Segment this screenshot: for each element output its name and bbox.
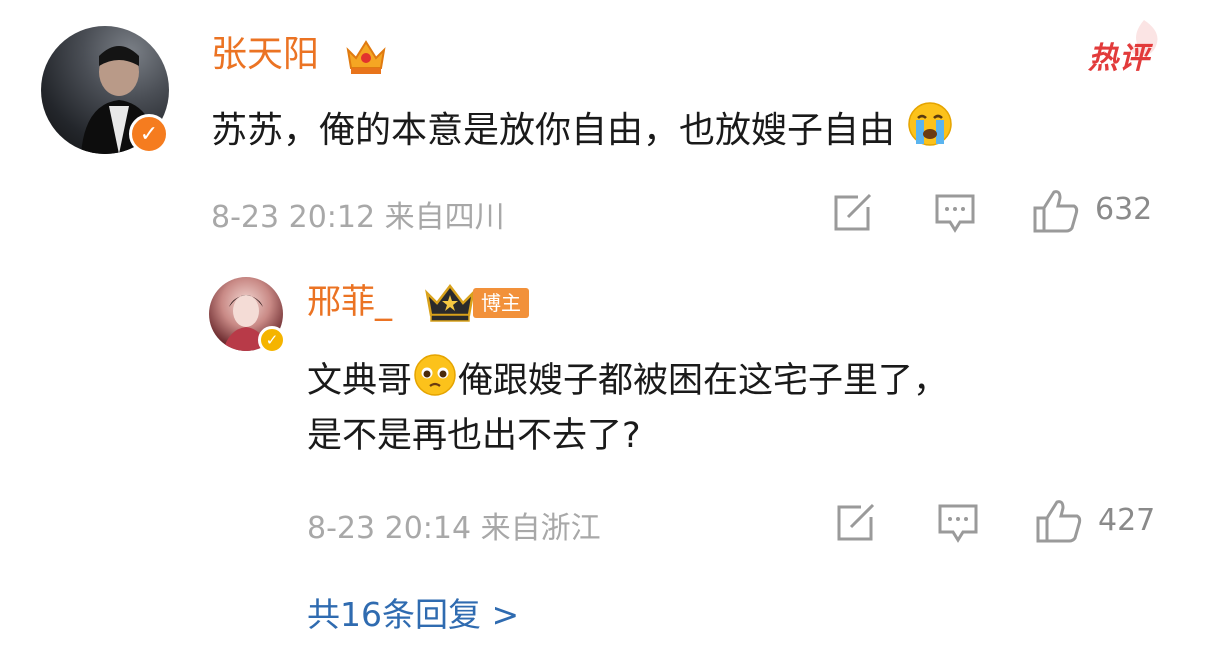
crown-icon [425,283,475,322]
comment-text-line2: 是不是再也出不去了? [307,416,641,456]
like-icon[interactable] [1035,498,1083,544]
more-replies-link[interactable]: 共16条回复 > [307,588,519,636]
comment-text: 苏苏，俺的本意是放你自由，也放嫂子自由 [211,100,954,155]
comment-meta: 8-23 20:14 来自浙江 [307,511,601,546]
comment-body: 苏苏，俺的本意是放你自由，也放嫂子自由 [211,110,896,151]
blogger-badge: 博主 [473,288,529,318]
comment-text: 文典哥 俺跟嫂子都被困在这宅子里了， [307,352,948,405]
username[interactable]: 邢菲_ [307,285,392,319]
like-icon[interactable] [1032,188,1080,234]
like-count: 427 [1098,503,1156,538]
comment-icon[interactable] [937,503,979,543]
verified-icon: ✓ [258,326,286,354]
like-count: 632 [1095,192,1153,227]
crown-icon [346,40,386,74]
crying-emoji-icon [908,102,953,146]
share-icon[interactable] [835,503,877,543]
hot-comment-badge: 热评 [1088,41,1150,76]
pleading-emoji-icon [414,354,456,396]
username[interactable]: 张天阳 [211,37,319,73]
verified-icon: ✓ [129,114,169,154]
comment-body-part1: 文典哥 [307,361,413,401]
comment-meta: 8-23 20:12 来自四川 [211,200,505,235]
share-icon[interactable] [832,193,874,233]
comment-icon[interactable] [934,193,976,233]
comment-body-part2: 俺跟嫂子都被困在这宅子里了， [458,361,949,401]
